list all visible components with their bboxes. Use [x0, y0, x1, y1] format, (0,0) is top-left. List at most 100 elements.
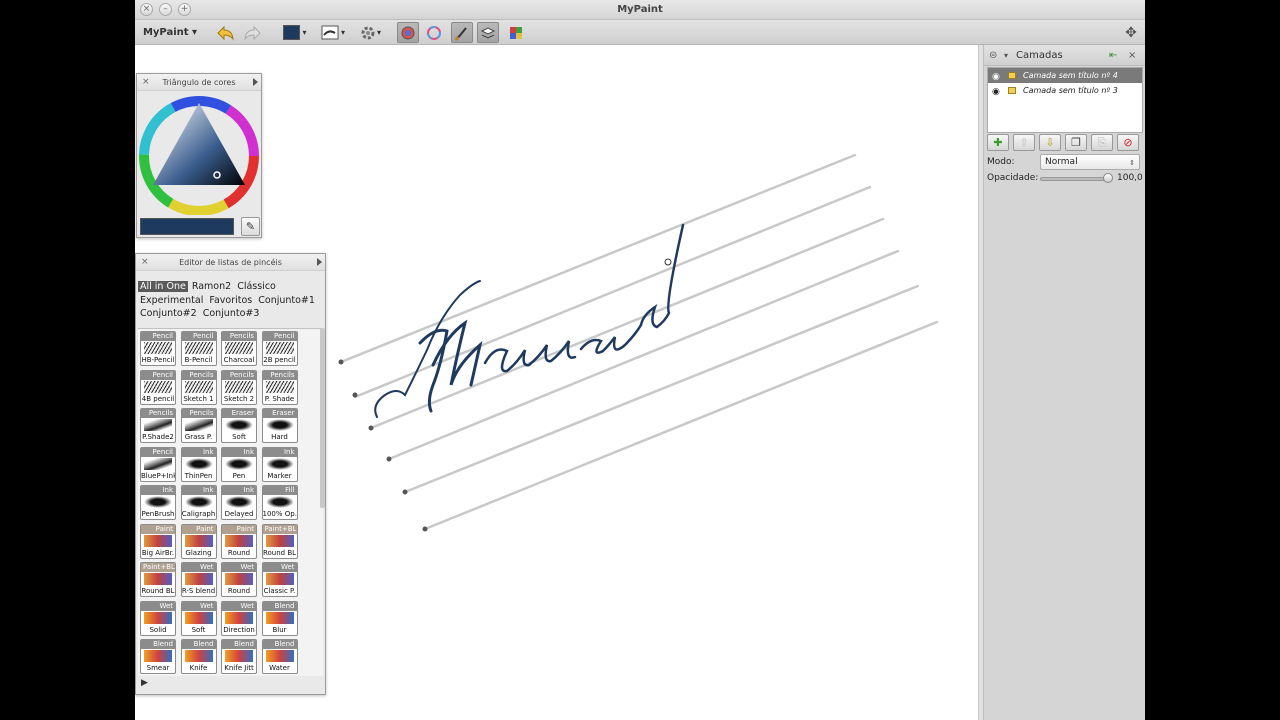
play-icon[interactable]: ▶	[141, 678, 148, 688]
brush-preset[interactable]: Eraser Soft	[221, 408, 257, 443]
brush-preset[interactable]: Pencils P. Shade	[261, 369, 298, 405]
merge-layer-button[interactable]: ⎘	[1091, 134, 1113, 151]
brush-preset[interactable]: Pencil 4B pencil	[140, 369, 176, 405]
scratchpad-button[interactable]	[505, 22, 527, 43]
brush-editor-toggle[interactable]	[451, 22, 473, 43]
brush-preset[interactable]: Ink Caligraph	[180, 485, 217, 520]
blend-mode-select[interactable]: Normal ⇕	[1040, 154, 1140, 170]
color-button[interactable]: ▾	[280, 22, 310, 43]
delete-layer-button[interactable]: ⊘	[1117, 134, 1139, 151]
lock-icon[interactable]	[1008, 72, 1016, 79]
brush-preset[interactable]: Wet R-S blend	[180, 562, 217, 597]
brush-preset[interactable]: Pencils P.Shade2	[140, 408, 176, 443]
brush-preset[interactable]: Paint+BL Round BL	[261, 523, 298, 559]
duplicate-layer-button[interactable]: ❐	[1065, 134, 1087, 151]
close-icon[interactable]: ×	[142, 74, 150, 91]
brush-group-tab[interactable]: Conjunto#1	[256, 295, 317, 306]
color-sampler-icon	[401, 26, 415, 39]
mypaint-menu-button[interactable]: MyPaint ▾	[141, 22, 199, 43]
color-sampler-toggle[interactable]	[397, 22, 419, 43]
brush-preset[interactable]: Wet Classic P.	[261, 562, 298, 597]
brush-preset[interactable]: Paint+BL Round BL	[140, 562, 176, 597]
close-icon[interactable]: ×	[1128, 45, 1136, 66]
brush-stroke-preview	[184, 380, 213, 393]
color-wheel-button[interactable]	[423, 22, 445, 43]
brush-preset[interactable]: Fill 100% Op.	[261, 485, 298, 520]
fullscreen-icon[interactable]: ✥	[1121, 23, 1141, 43]
brush-scrollbar[interactable]	[320, 328, 325, 508]
brush-stroke-preview	[144, 650, 172, 662]
move-layer-down-button[interactable]: ⇩	[1039, 134, 1061, 151]
brush-preset[interactable]: Pencil BlueP+Ink	[140, 446, 176, 482]
brush-preset[interactable]: Wet Direction	[221, 600, 257, 636]
brush-preset[interactable]: Pencil 2B pencil	[261, 331, 298, 366]
brush-preset[interactable]: Ink Marker	[261, 446, 298, 482]
brush-group-tab[interactable]: All in One	[138, 281, 188, 292]
eyedropper-button[interactable]: ✎	[241, 217, 260, 236]
chevron-right-icon[interactable]	[253, 78, 258, 86]
color-panel-title: Triângulo de cores	[162, 78, 236, 87]
brush-preset[interactable]: Pencils Grass P.	[180, 408, 217, 443]
brush-preset[interactable]: Blend Water	[261, 639, 298, 674]
brush-preset[interactable]: Pencils Sketch 2	[221, 369, 257, 405]
brush-preset[interactable]: Blend Knife Jitt	[221, 639, 257, 674]
brush-preset[interactable]: Wet Soft	[180, 600, 217, 636]
brush-preset[interactable]: Ink Delayed	[221, 485, 257, 520]
brush-name: Glazing	[185, 548, 212, 557]
brush-name: Smear	[146, 664, 170, 672]
brush-preset[interactable]: Paint Big AirBr.	[140, 523, 176, 559]
chevron-down-icon[interactable]: ▾	[1004, 45, 1008, 66]
undo-button[interactable]	[215, 22, 237, 43]
brush-preset[interactable]: Ink ThinPen	[180, 446, 217, 482]
brush-name: Pen	[232, 471, 246, 480]
layers-toggle[interactable]	[477, 22, 499, 43]
eye-icon[interactable]: ◉	[992, 85, 1000, 100]
brush-category-label: Ink	[181, 486, 216, 495]
brush-group-tab[interactable]: Ramon2	[190, 281, 233, 292]
brush-stroke-preview	[265, 419, 294, 431]
selected-color-swatch	[140, 218, 234, 235]
brush-preset[interactable]: Paint Round	[221, 523, 257, 559]
layer-row[interactable]: ◉ Camada sem título nº 4	[988, 68, 1142, 83]
brush-preset[interactable]: Ink PenBrush	[140, 485, 176, 520]
brush-stroke-preview	[144, 419, 172, 431]
brush-preset[interactable]: Pencils Sketch 1	[180, 369, 217, 405]
dock-attach-icon[interactable]: ⇤	[1109, 45, 1117, 66]
brush-category-label: Fill	[262, 486, 297, 495]
brush-group-tab[interactable]: Conjunto#3	[201, 308, 262, 319]
brush-preset[interactable]: Pencils Charcoal	[221, 331, 257, 366]
brush-category-label: Pencils	[222, 332, 256, 341]
layer-buttons: ✚ ⇧ ⇩ ❐ ⎘ ⊘	[987, 134, 1143, 152]
move-layer-up-button[interactable]: ⇧	[1013, 134, 1035, 151]
layer-row[interactable]: ◉ Camada sem título nº 3	[988, 83, 1142, 98]
color-triangle[interactable]	[137, 93, 261, 215]
brush-name: Sketch 2	[223, 394, 255, 403]
settings-button[interactable]: ▾	[354, 22, 386, 43]
brush-preset[interactable]: Pencil B-Pencil	[180, 331, 217, 366]
brush-stroke-preview	[225, 496, 253, 508]
chevron-right-icon[interactable]	[317, 258, 322, 266]
brush-group-tab[interactable]: Conjunto#2	[138, 308, 199, 319]
brush-preset[interactable]: Paint Glazing	[180, 523, 217, 559]
opacity-slider[interactable]	[1040, 177, 1112, 181]
brush-group-tab[interactable]: Favoritos	[207, 295, 254, 306]
brush-preset[interactable]: Blend Knife	[180, 639, 217, 674]
opacity-slider-handle[interactable]	[1103, 173, 1113, 183]
brush-preset[interactable]: Eraser Hard	[261, 408, 298, 443]
brush-preset[interactable]: Blend Blur	[261, 600, 298, 636]
brush-preset[interactable]: Ink Pen	[221, 446, 257, 482]
brush-settings-button[interactable]: ▾	[316, 22, 350, 43]
brush-preset[interactable]: Blend Smear	[140, 639, 176, 674]
brush-name: Big AirBr.	[141, 548, 175, 557]
eyedropper-icon: ✎	[245, 220, 256, 233]
redo-button[interactable]	[241, 22, 263, 43]
lock-icon[interactable]	[1008, 87, 1016, 94]
brush-group-tab[interactable]: Clássico	[235, 281, 278, 292]
right-dock: ⊜ ▾ Camadas ⇤ × ◉ Camada sem título nº 4…	[983, 45, 1145, 720]
brush-group-tab[interactable]: Experimental	[138, 295, 205, 306]
add-layer-button[interactable]: ✚	[987, 134, 1009, 151]
brush-preset[interactable]: Wet Solid	[140, 600, 176, 636]
close-icon[interactable]: ×	[141, 254, 149, 271]
brush-preset[interactable]: Pencil HB-Pencil	[140, 331, 176, 366]
brush-preset[interactable]: Wet Round	[221, 562, 257, 597]
